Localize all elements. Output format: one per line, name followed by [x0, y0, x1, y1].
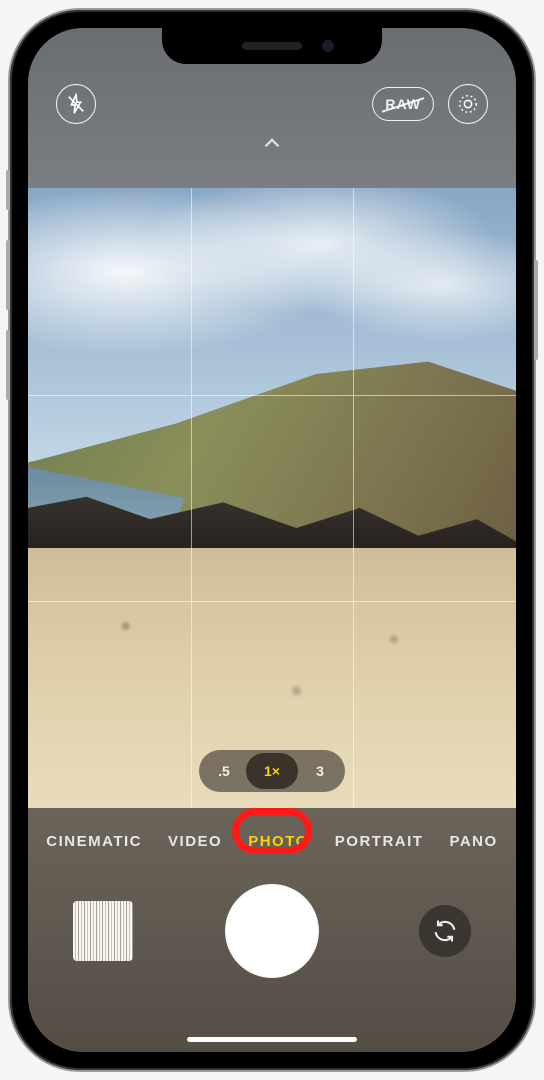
last-photo-thumbnail[interactable] — [73, 901, 133, 961]
mode-cinematic[interactable]: CINEMATIC — [46, 833, 142, 850]
notch — [162, 28, 382, 64]
zoom-1x[interactable]: 1× — [246, 753, 298, 789]
mode-portrait[interactable]: PORTRAIT — [335, 833, 424, 850]
camera-flip-icon — [431, 917, 459, 945]
zoom-3x[interactable]: 3 — [298, 753, 342, 789]
camera-top-bar: RAW — [28, 74, 516, 134]
live-preview — [28, 188, 516, 808]
mode-selector[interactable]: CINEMATIC VIDEO PHOTO PORTRAIT PANO — [28, 808, 516, 866]
flash-toggle[interactable] — [56, 84, 96, 124]
annotation-highlight — [232, 808, 312, 854]
phone-frame: RAW — [10, 10, 534, 1070]
front-camera — [322, 40, 334, 52]
camera-flip-button[interactable] — [419, 905, 471, 957]
mute-switch — [6, 170, 10, 210]
camera-viewfinder[interactable]: .5 1× 3 — [28, 188, 516, 808]
speaker-grille — [242, 42, 302, 50]
flash-off-icon — [65, 93, 87, 115]
camera-bottom-bar: CINEMATIC VIDEO PHOTO PORTRAIT PANO — [28, 808, 516, 1052]
mode-video[interactable]: VIDEO — [168, 833, 222, 850]
expand-controls-button[interactable] — [259, 130, 285, 161]
zoom-selector: .5 1× 3 — [199, 750, 345, 792]
volume-down-button — [6, 330, 10, 400]
side-button — [534, 260, 538, 360]
home-indicator[interactable] — [187, 1037, 357, 1042]
live-photo-toggle[interactable] — [448, 84, 488, 124]
raw-label: RAW — [385, 96, 421, 112]
controls-row — [28, 866, 516, 996]
live-photo-icon — [457, 93, 479, 115]
mode-pano[interactable]: PANO — [449, 833, 497, 850]
shutter-button[interactable] — [229, 888, 315, 974]
zoom-0-5x[interactable]: .5 — [202, 753, 246, 789]
screen: RAW — [28, 28, 516, 1052]
raw-toggle[interactable]: RAW — [372, 87, 434, 121]
chevron-up-icon — [259, 130, 285, 156]
volume-up-button — [6, 240, 10, 310]
